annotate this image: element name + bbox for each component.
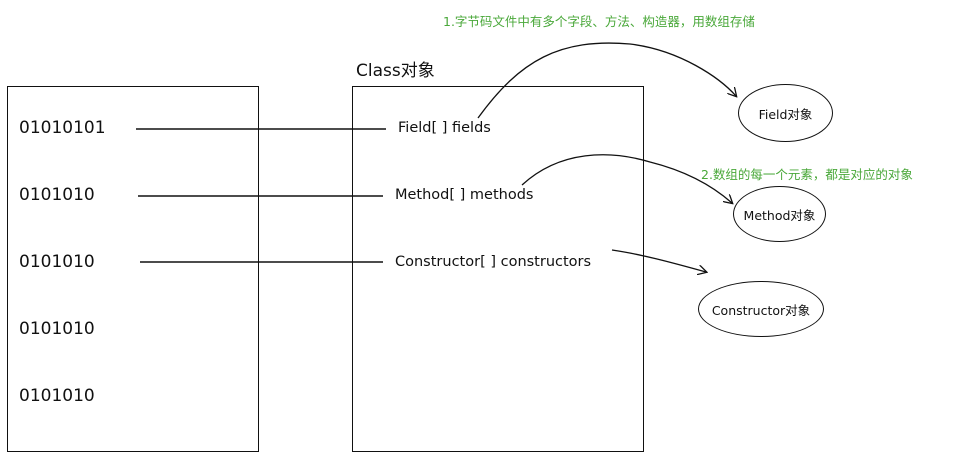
constructors-array-label: Constructor[ ] constructors (395, 254, 592, 270)
bytecode-line-3: 0101010 (19, 252, 95, 272)
bytecode-line-4: 0101010 (19, 319, 95, 339)
bytecode-line-5: 0101010 (19, 386, 95, 406)
method-object-label: Method对象 (743, 207, 816, 223)
note-array-storage: 1.字节码文件中有多个字段、方法、构造器，用数组存储 (443, 14, 755, 29)
fields-array-label: Field[ ] fields (398, 120, 491, 136)
method-object-ellipse: Method对象 (733, 186, 826, 242)
class-object-title: Class对象 (356, 61, 435, 81)
constructor-object-label: Constructor对象 (711, 302, 811, 318)
field-object-label: Field对象 (758, 106, 813, 122)
bytecode-line-1: 01010101 (19, 118, 106, 138)
constructor-object-ellipse: Constructor对象 (698, 281, 824, 337)
note-element-objects: 2.数组的每一个元素，都是对应的对象 (701, 167, 913, 182)
field-object-ellipse: Field对象 (738, 84, 833, 142)
bytecode-line-2: 0101010 (19, 185, 95, 205)
diagram-canvas: Class对象 01010101 0101010 0101010 0101010… (0, 0, 955, 457)
methods-array-label: Method[ ] methods (395, 187, 534, 203)
